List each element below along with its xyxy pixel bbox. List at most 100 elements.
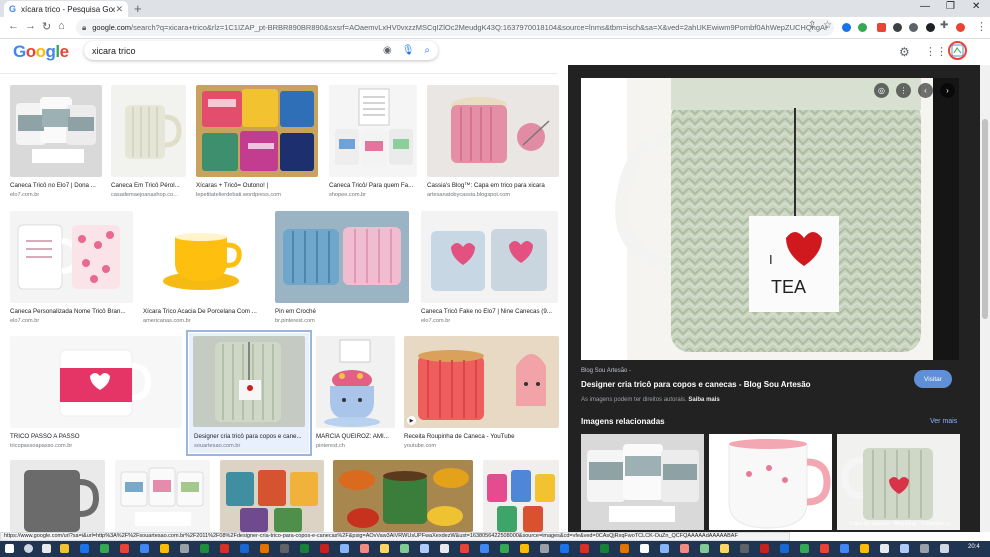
taskbar-app-icon[interactable] xyxy=(460,544,469,553)
taskbar-app-icon[interactable] xyxy=(160,544,169,553)
result-caption[interactable]: MÁRCIA QUEIRÓZ: AMI... xyxy=(316,433,395,440)
result-thumbnail[interactable] xyxy=(421,211,558,303)
taskbar-app-icon[interactable] xyxy=(500,544,509,553)
result-caption[interactable]: Xícara Trico Acacia De Porcelana Com ... xyxy=(143,308,264,315)
result-source[interactable]: elo7.com.br xyxy=(421,318,558,324)
result-source[interactable]: tricopassoapasso.com.br xyxy=(10,443,182,449)
result-thumbnail[interactable] xyxy=(193,336,305,427)
taskbar-app-icon[interactable] xyxy=(760,544,769,553)
taskbar-app-icon[interactable] xyxy=(800,544,809,553)
image-result[interactable]: ▶ Receita Roupinha de Caneca - YouTube y… xyxy=(404,336,559,452)
taskbar-app-icon[interactable] xyxy=(220,544,229,553)
related-image[interactable] xyxy=(709,434,832,530)
extensions-puzzle-icon[interactable]: ✚ xyxy=(940,20,948,31)
start-menu-icon[interactable] xyxy=(5,544,14,553)
result-source[interactable]: youtube.com xyxy=(404,443,559,449)
taskbar-app-icon[interactable] xyxy=(700,544,709,553)
result-thumbnail[interactable] xyxy=(10,336,182,428)
lens-search-icon[interactable]: ◎ xyxy=(874,83,889,98)
result-thumbnail[interactable] xyxy=(143,211,264,303)
image-result[interactable]: MÁRCIA QUEIRÓZ: AMI... pinterest.ch xyxy=(316,336,395,452)
chrome-menu-icon[interactable]: ⋮ xyxy=(976,20,987,33)
result-source[interactable]: pinterest.ch xyxy=(316,443,395,449)
result-thumbnail[interactable] xyxy=(333,460,473,532)
taskbar-app-icon[interactable] xyxy=(860,544,869,553)
taskbar-app-icon[interactable] xyxy=(240,544,249,553)
result-caption[interactable]: Pin em Croché xyxy=(275,308,409,315)
taskbar-app-icon[interactable] xyxy=(180,544,189,553)
address-bar[interactable]: 🔒︎ google.com /search?q=xicara+trico&rlz… xyxy=(76,19,834,36)
result-caption[interactable]: Designer cria tricô para copos e cane... xyxy=(194,433,306,440)
taskbar-app-icon[interactable] xyxy=(380,544,389,553)
taskbar-app-icon[interactable] xyxy=(260,544,269,553)
google-logo[interactable]: Google xyxy=(13,42,69,62)
result-source[interactable]: shopee.com.br xyxy=(329,192,417,198)
result-thumbnail[interactable] xyxy=(10,211,133,303)
image-result[interactable]: Pin em Croché br.pinterest.com xyxy=(275,211,409,327)
extension-icon-2[interactable] xyxy=(858,23,867,32)
tab-close-icon[interactable]: ✕ xyxy=(115,4,123,15)
taskbar-app-icon[interactable] xyxy=(520,544,529,553)
settings-gear-icon[interactable]: ⚙ xyxy=(899,45,910,59)
minimize-icon[interactable]: — xyxy=(920,1,930,12)
result-source[interactable]: elo7.com.br xyxy=(10,318,133,324)
taskbar-app-icon[interactable] xyxy=(420,544,429,553)
window-close-icon[interactable]: ✕ xyxy=(972,1,980,12)
microphone-icon[interactable]: 🎙︎ xyxy=(402,45,415,56)
result-thumbnail[interactable] xyxy=(483,460,559,532)
account-avatar[interactable] xyxy=(948,41,967,60)
taskbar-app-icon[interactable] xyxy=(740,544,749,553)
taskbar-app-icon[interactable] xyxy=(780,544,789,553)
result-thumbnail[interactable] xyxy=(275,211,409,303)
result-caption[interactable]: Caneca Tricô no Elo7 | Dona ... xyxy=(10,182,102,189)
close-preview-icon[interactable]: ✕ xyxy=(584,81,596,98)
result-caption[interactable]: Caneca Em Tricô Pérol... xyxy=(111,182,186,189)
result-caption[interactable]: Receita Roupinha de Caneca - YouTube xyxy=(404,433,559,440)
visit-button[interactable]: Visitar xyxy=(914,370,952,388)
image-result[interactable] xyxy=(333,460,473,532)
browser-tab[interactable]: G xícara trico - Pesquisa Google ✕ xyxy=(4,1,128,17)
image-result[interactable] xyxy=(483,460,559,532)
taskbar-app-icon[interactable] xyxy=(680,544,689,553)
camera-search-icon[interactable]: ◉ xyxy=(383,45,392,56)
taskbar-app-icon[interactable] xyxy=(320,544,329,553)
taskbar-app-icon[interactable] xyxy=(400,544,409,553)
taskbar-app-icon[interactable] xyxy=(60,544,69,553)
system-tray-icon[interactable] xyxy=(940,544,949,553)
taskbar-app-icon[interactable] xyxy=(480,544,489,553)
more-options-icon[interactable]: ⋮ xyxy=(896,83,911,98)
image-result[interactable]: Caneca Tricô no Elo7 | Dona ... elo7.com… xyxy=(10,85,102,201)
image-result[interactable]: Cassia's Blog™: Capa em trico para xicar… xyxy=(427,85,559,201)
profile-icon[interactable] xyxy=(956,23,965,32)
taskbar-app-icon[interactable] xyxy=(900,544,909,553)
image-result[interactable]: Caneca Em Tricô Pérol... casademaejoanas… xyxy=(111,85,186,201)
related-image[interactable]: Capa de caneca - Mug Hug - Corações n... xyxy=(837,434,960,530)
search-icon[interactable]: ⌕ xyxy=(424,45,430,56)
taskbar-app-icon[interactable] xyxy=(600,544,609,553)
share-icon[interactable]: ⇪ xyxy=(808,20,816,31)
preview-title[interactable]: Designer cria tricô para copos e canecas… xyxy=(581,380,811,389)
taskbar-app-icon[interactable] xyxy=(140,544,149,553)
image-result-selected[interactable]: Designer cria tricô para copos e cane...… xyxy=(186,330,312,456)
taskbar-app-icon[interactable] xyxy=(620,544,629,553)
new-tab-icon[interactable]: + xyxy=(134,1,142,16)
result-caption[interactable]: Caneca Personalizada Nome Tricô Bran... xyxy=(10,308,133,315)
back-arrow-icon[interactable]: ← xyxy=(8,20,19,32)
scrollbar-thumb[interactable] xyxy=(982,119,988,319)
extension-icon-1[interactable] xyxy=(842,23,851,32)
extension-icon-3[interactable] xyxy=(877,23,886,32)
preview-image[interactable]: I TEA xyxy=(581,78,959,360)
taskbar-app-icon[interactable] xyxy=(360,544,369,553)
result-caption[interactable]: Cassia's Blog™: Capa em trico para xicar… xyxy=(427,182,559,189)
taskbar-app-icon[interactable] xyxy=(560,544,569,553)
image-result[interactable] xyxy=(115,460,210,532)
see-more-link[interactable]: Ver mais xyxy=(930,418,957,425)
result-source[interactable]: br.pinterest.com xyxy=(275,318,409,324)
image-result[interactable]: Xícara Trico Acacia De Porcelana Com ...… xyxy=(143,211,264,327)
related-image[interactable] xyxy=(581,434,704,530)
result-caption[interactable]: Xícaras + Tricô= Outono! | xyxy=(196,182,318,189)
taskbar-app-icon[interactable] xyxy=(120,544,129,553)
result-thumbnail[interactable] xyxy=(115,460,210,532)
taskbar-app-icon[interactable] xyxy=(920,544,929,553)
extension-icon-6[interactable] xyxy=(926,23,935,32)
